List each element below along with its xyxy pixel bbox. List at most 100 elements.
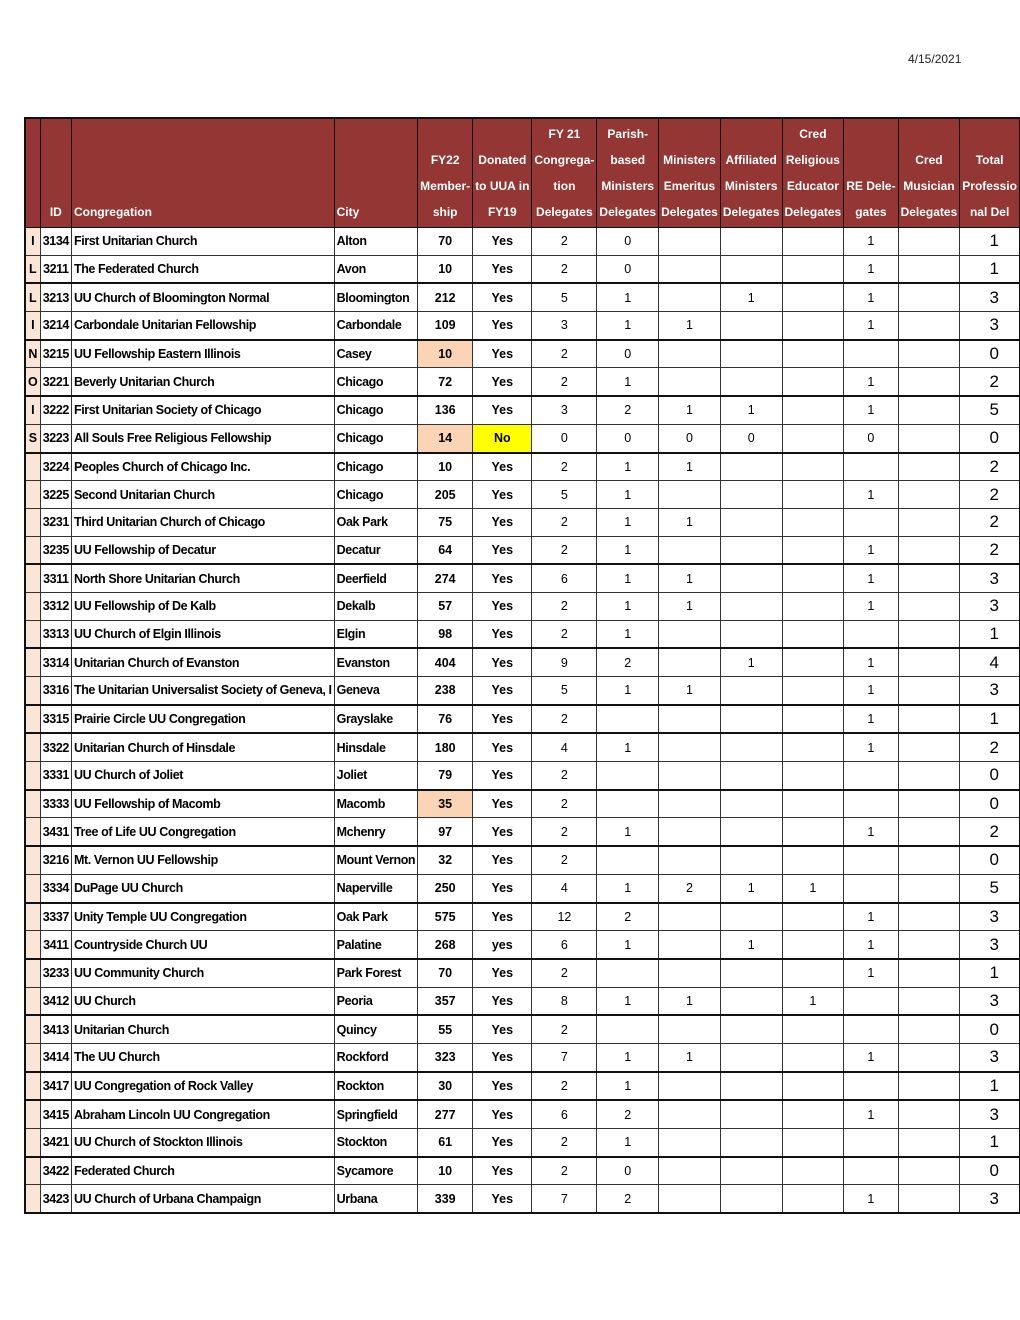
cell-cred-re-educator [781, 675, 845, 706]
cell-id: 3312 [39, 591, 72, 621]
cell-ministers-emeritus [658, 788, 721, 819]
cell-state [24, 1014, 41, 1044]
cell-cred-musician [897, 1042, 961, 1073]
cell-parish-ministers: 1 [596, 1127, 660, 1158]
cell-total-professional: 5 [959, 395, 1020, 425]
cell-ministers-emeritus [658, 282, 721, 313]
cell-total-professional: 2 [959, 480, 1020, 509]
cell-ministers-emeritus [658, 1127, 721, 1158]
header-line: nal Del [969, 205, 1010, 219]
cell-id: 3411 [39, 930, 72, 960]
cell-parish-ministers: 2 [596, 395, 660, 425]
cell-affiliated-ministers [719, 451, 783, 482]
cell-city: Mchenry [333, 817, 419, 847]
cell-re-delegates [843, 873, 899, 904]
cell-membership: 357 [417, 986, 474, 1016]
cell-cred-re-educator [781, 423, 845, 454]
cell-total-professional: 1 [959, 227, 1020, 256]
cell-fy21-delegates: 4 [531, 732, 598, 763]
cell-total-professional: 3 [959, 986, 1020, 1016]
cell-donated: Yes [472, 535, 533, 565]
cell-congregation: The Federated Church [70, 254, 335, 284]
cell-state [24, 788, 41, 819]
cell-city: Rockford [333, 1042, 419, 1073]
table-row: 3412 UU Church Peoria 357 Yes 8 1 1 1 3 [24, 986, 1020, 1016]
cell-ministers-emeritus: 1 [658, 395, 721, 425]
table-row: 3334 DuPage UU Church Naperville 250 Yes 4 1 2 1… [24, 873, 1020, 904]
header-line: gates [855, 205, 887, 219]
header-cred-re-educator: Cred Religious Educator Delegates [781, 117, 845, 228]
cell-cred-musician [897, 845, 961, 875]
cell-affiliated-ministers [719, 311, 783, 341]
cell-membership: 64 [417, 535, 474, 565]
table-row: 3225 Second Unitarian Church Chicago 205 Yes… [24, 480, 1020, 509]
cell-membership: 70 [417, 227, 474, 256]
cell-total-professional: 3 [959, 563, 1020, 593]
cell-parish-ministers: 0 [596, 254, 660, 284]
cell-cred-re-educator [781, 845, 845, 875]
cell-cred-musician [897, 703, 961, 734]
cell-city: Park Forest [333, 957, 419, 988]
cell-congregation: UU Church of Urbana Champaign [70, 1184, 335, 1214]
cell-total-professional: 5 [959, 873, 1020, 904]
cell-cred-musician [897, 591, 961, 621]
cell-re-delegates [843, 507, 899, 537]
cell-fy21-delegates: 2 [531, 845, 598, 875]
cell-parish-ministers: 1 [596, 986, 660, 1016]
cell-donated: Yes [472, 845, 533, 875]
cell-cred-re-educator [781, 732, 845, 763]
cell-congregation: UU Church of Bloomington Normal [70, 282, 335, 313]
cell-donated: Yes [472, 1042, 533, 1073]
cell-cred-re-educator [781, 311, 845, 341]
cell-id: 3231 [39, 507, 72, 537]
table-row: 3417 UU Congregation of Rock Valley Rockto… [24, 1070, 1020, 1101]
cell-fy21-delegates: 3 [531, 311, 598, 341]
cell-affiliated-ministers [719, 732, 783, 763]
cell-ministers-emeritus [658, 535, 721, 565]
cell-parish-ministers: 2 [596, 647, 660, 678]
cell-parish-ministers: 1 [596, 282, 660, 313]
cell-affiliated-ministers [719, 563, 783, 593]
cell-re-delegates [843, 338, 899, 369]
cell-total-professional: 1 [959, 957, 1020, 988]
cell-affiliated-ministers [719, 761, 783, 791]
cell-cred-re-educator [781, 619, 845, 649]
cell-city: Oak Park [333, 901, 419, 932]
cell-cred-re-educator [781, 1184, 845, 1214]
cell-city: Joliet [333, 761, 419, 791]
cell-affiliated-ministers: 0 [719, 423, 783, 454]
cell-cred-musician [897, 480, 961, 509]
header-line: FY22 [430, 153, 460, 167]
cell-state: L [24, 254, 41, 284]
cell-affiliated-ministers: 1 [719, 395, 783, 425]
cell-re-delegates [843, 1014, 899, 1044]
cell-state [24, 480, 41, 509]
cell-re-delegates: 1 [843, 1099, 899, 1130]
cell-donated: Yes [472, 647, 533, 678]
cell-affiliated-ministers [719, 480, 783, 509]
cell-state [24, 1042, 41, 1073]
header-line: Cred [799, 127, 827, 141]
header-parish-ministers: Parish-based Ministers Delegates [596, 117, 660, 228]
cell-total-professional: 3 [959, 1042, 1020, 1073]
cell-membership: 79 [417, 761, 474, 791]
cell-congregation: Beverly Unitarian Church [70, 367, 335, 397]
cell-city: Decatur [333, 535, 419, 565]
cell-re-delegates [843, 1070, 899, 1101]
header-city: City [333, 117, 419, 228]
cell-cred-re-educator [781, 817, 845, 847]
cell-ministers-emeritus [658, 761, 721, 791]
header-line: Delegates [784, 205, 842, 219]
cell-affiliated-ministers [719, 1127, 783, 1158]
header-line: Parish- [607, 127, 649, 141]
cell-id: 3417 [39, 1070, 72, 1101]
table-row: 3231 Third Unitarian Church of Chicago Oak… [24, 507, 1020, 537]
cell-total-professional: 2 [959, 535, 1020, 565]
cell-ministers-emeritus [658, 732, 721, 763]
cell-state [24, 647, 41, 678]
table-body: I 3134 First Unitarian Church Alton 70 Yes 2 0 1… [24, 227, 1020, 1214]
cell-total-professional: 0 [959, 1155, 1020, 1186]
cell-id: 3422 [39, 1155, 72, 1186]
cell-cred-re-educator [781, 901, 845, 932]
cell-city: Chicago [333, 367, 419, 397]
